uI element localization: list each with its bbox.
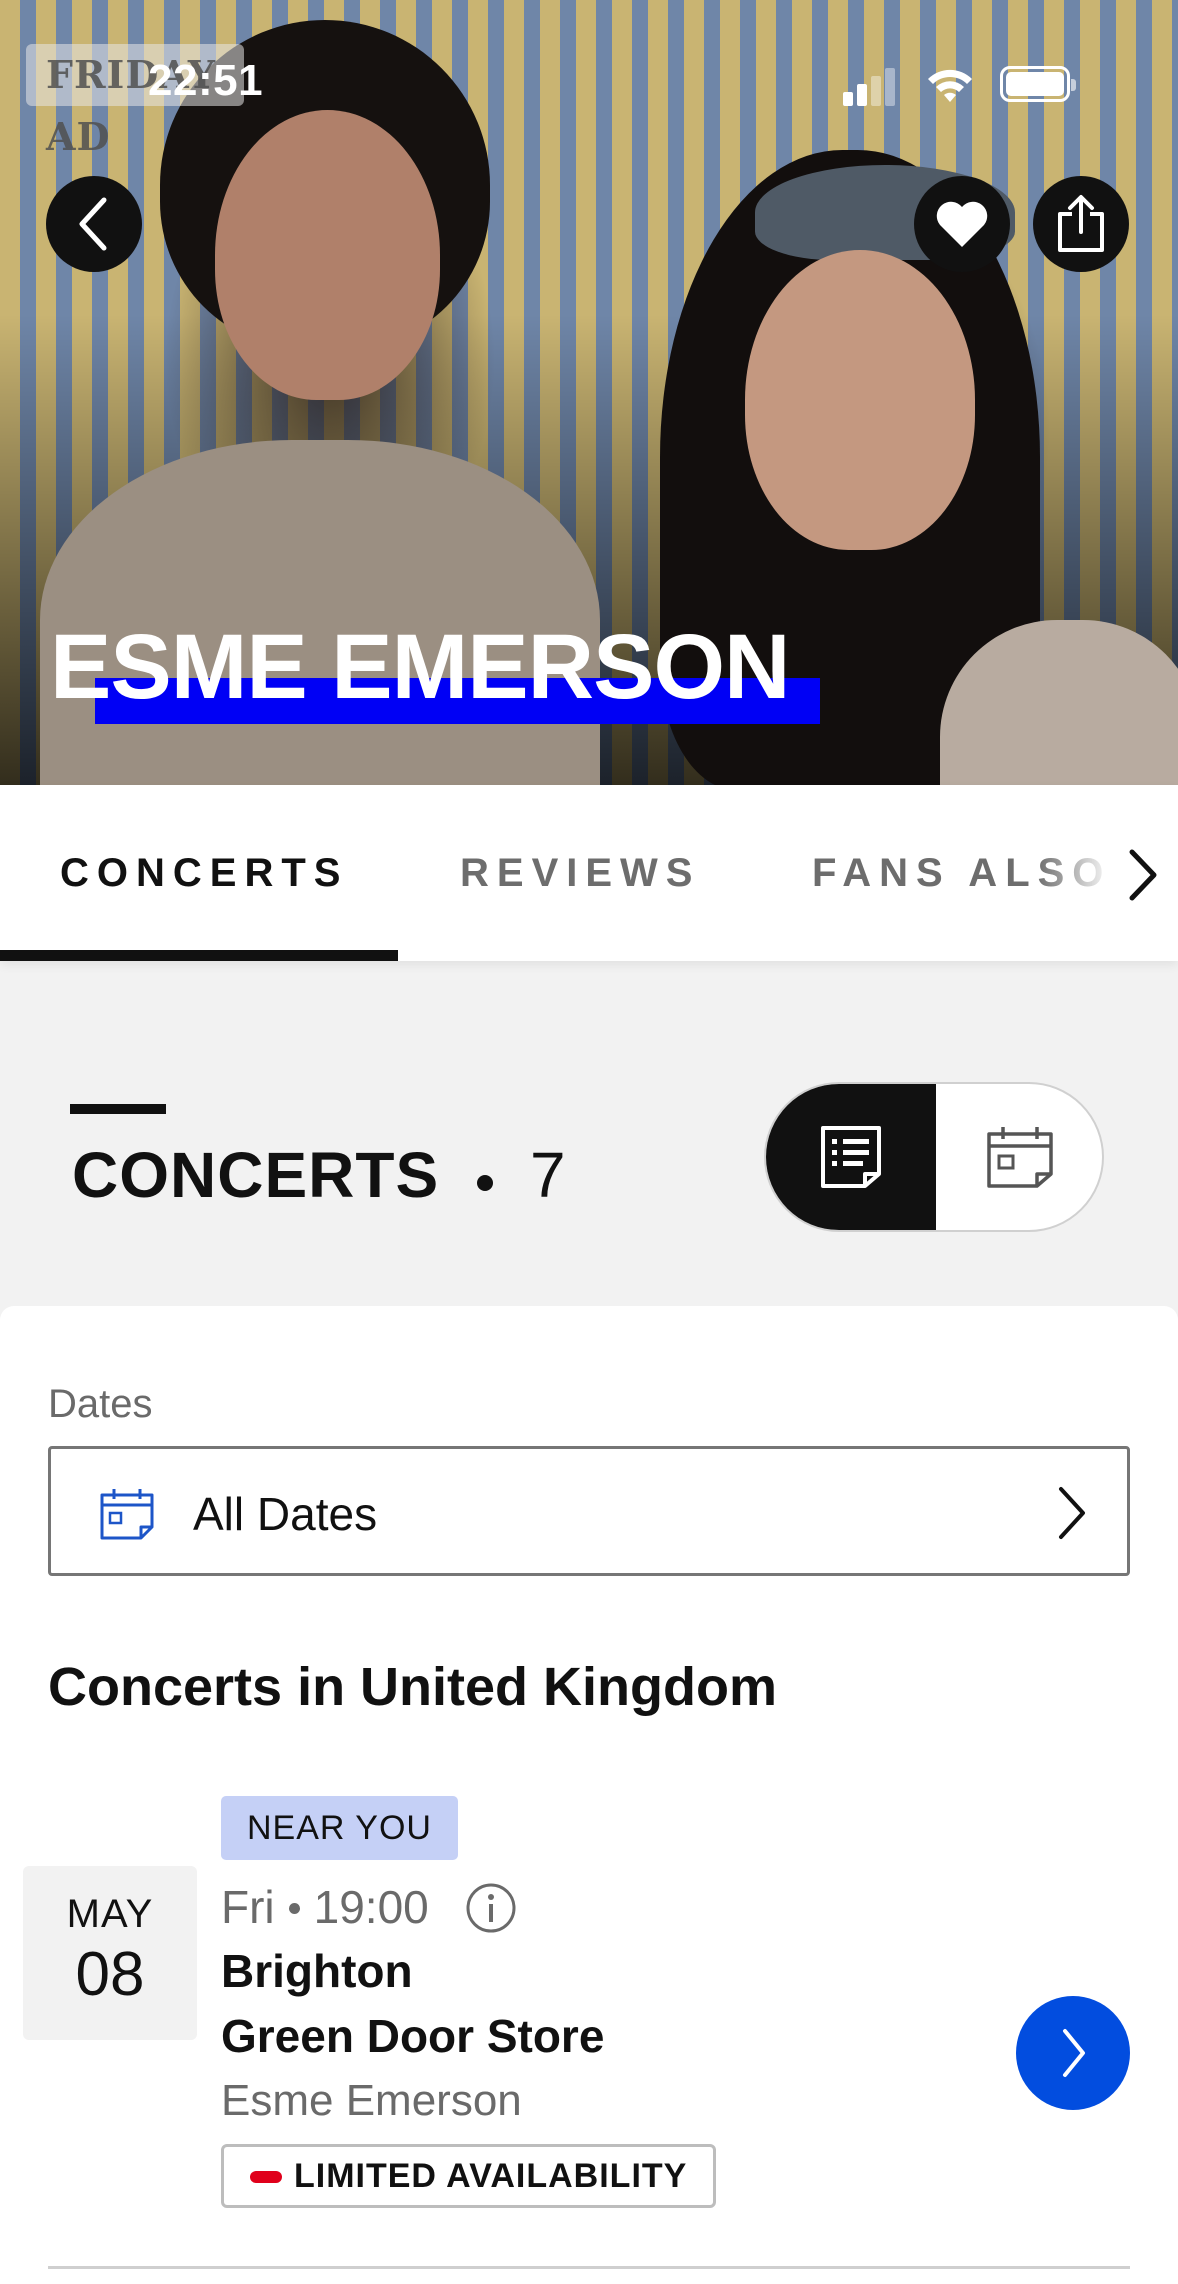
concert-time: Fri 19:00 — [221, 1880, 429, 1934]
concert-start-time: 19:00 — [313, 1881, 429, 1933]
concert-venue: Green Door Store — [221, 2010, 605, 2062]
concert-weekday: Fri — [221, 1881, 275, 1933]
list-icon — [821, 1126, 881, 1188]
separator-dot — [477, 1175, 493, 1191]
section-title: CONCERTS — [72, 1139, 440, 1211]
status-time: 22:51 — [148, 56, 264, 105]
chevron-right-icon[interactable] — [1118, 840, 1168, 910]
concert-list-item[interactable]: NEAR YOU MAY 08 Fri 19:00 Brighton Green … — [0, 1796, 1178, 2256]
tab-fans-also[interactable]: FANS ALSO — [812, 851, 1112, 896]
artist-hero: FRIDAY AD 22:51 ESME EMERSON — [0, 0, 1178, 785]
availability-indicator — [250, 2171, 282, 2183]
calendar-icon — [987, 1127, 1053, 1188]
dates-filter-label: Dates — [48, 1382, 153, 1426]
favorite-button[interactable] — [914, 176, 1010, 272]
concerts-card: Dates All Dates Concerts in United Kingd… — [0, 1306, 1178, 2284]
calendar-icon — [100, 1489, 154, 1540]
list-divider — [48, 2266, 1130, 2269]
tab-reviews[interactable]: REVIEWS — [460, 851, 700, 896]
calendar-view-button[interactable] — [936, 1084, 1102, 1230]
dates-filter-field[interactable]: All Dates — [48, 1446, 1130, 1576]
artist-name: ESME EMERSON — [50, 616, 790, 718]
chevron-right-icon — [1059, 1487, 1085, 1539]
concert-performer: Esme Emerson — [221, 2076, 522, 2125]
battery-icon — [1000, 66, 1076, 102]
section-accent-dash — [70, 1104, 166, 1114]
concert-date: MAY 08 — [23, 1866, 197, 2040]
heart-icon — [936, 201, 988, 247]
share-icon — [1058, 195, 1104, 252]
concert-city: Brighton — [221, 1945, 413, 1997]
chevron-left-icon — [79, 197, 107, 251]
concert-count: 7 — [530, 1139, 566, 1211]
concert-day: 08 — [75, 1940, 145, 2009]
availability-label: LIMITED AVAILABILITY — [294, 2157, 688, 2195]
concert-month: MAY — [66, 1892, 154, 1936]
cellular-signal-icon — [843, 66, 903, 106]
status-bar: FRIDAY AD 22:51 — [0, 0, 1178, 159]
view-toggle — [764, 1082, 1104, 1232]
open-concert-button[interactable] — [1016, 1996, 1130, 2110]
chevron-right-icon — [1063, 2029, 1085, 2077]
active-tab-indicator — [0, 950, 398, 961]
wifi-icon — [928, 69, 972, 102]
info-icon[interactable] — [465, 1882, 517, 1934]
tab-concerts[interactable]: CONCERTS — [60, 851, 348, 896]
near-you-badge: NEAR YOU — [221, 1796, 458, 1860]
back-button[interactable] — [46, 176, 142, 272]
artist-title: ESME EMERSON — [50, 612, 820, 732]
artist-tabs: CONCERTS REVIEWS FANS ALSO — [0, 785, 1178, 961]
availability-badge: LIMITED AVAILABILITY — [221, 2144, 717, 2208]
dates-filter-value: All Dates — [193, 1488, 378, 1540]
share-button[interactable] — [1033, 176, 1129, 272]
region-heading: Concerts in United Kingdom — [48, 1657, 777, 1717]
list-view-button[interactable] — [766, 1084, 936, 1230]
